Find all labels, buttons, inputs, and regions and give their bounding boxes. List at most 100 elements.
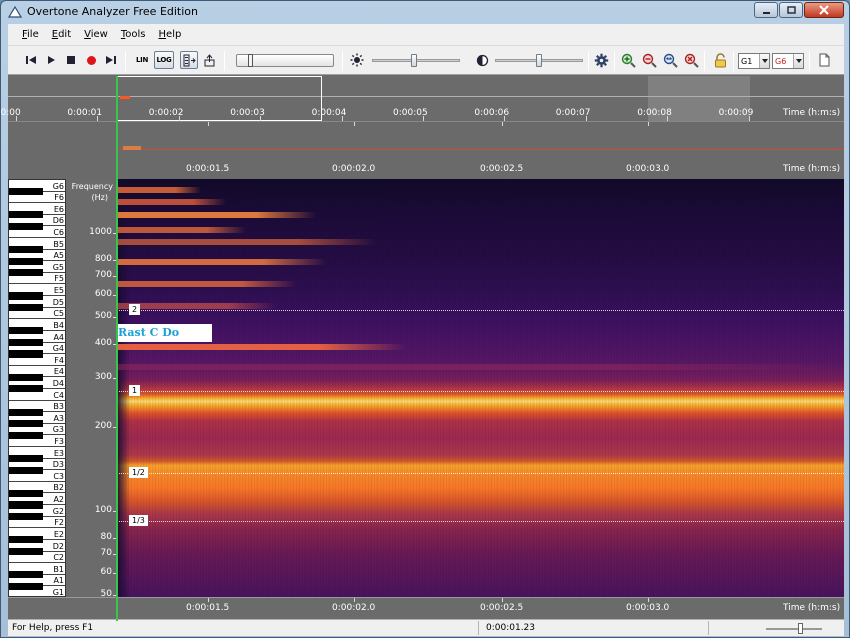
time-tick — [354, 122, 355, 126]
pitch-marker-button[interactable] — [200, 51, 218, 69]
time-tick-label: 0:00:01.5 — [186, 164, 230, 174]
zoom-out-button[interactable] — [640, 51, 658, 69]
piano-black-key[interactable] — [9, 385, 43, 393]
piano-black-key[interactable] — [9, 582, 43, 590]
harmonic-band — [116, 239, 376, 245]
linear-scale-button[interactable]: LIN — [132, 51, 152, 69]
maximize-button[interactable] — [779, 2, 803, 18]
play-button[interactable] — [42, 51, 60, 69]
frequency-label: 80 — [100, 531, 112, 542]
playback-position-slider[interactable] — [236, 54, 334, 67]
zoom-out-icon — [642, 53, 657, 68]
waveform-axis-title: Time (h:m:s) — [783, 164, 841, 174]
overview-tick-label: 0:00:00 — [0, 108, 21, 118]
harmonic-guide-label: 1/2 — [129, 467, 148, 478]
overview-timeline[interactable]: Time (h:m:s) 0:00:00 0:00:01 0:00:02 0:00:0… — [0, 76, 844, 121]
minimize-button[interactable] — [754, 2, 778, 18]
brightness-slider[interactable] — [372, 54, 460, 67]
piano-black-key[interactable] — [9, 327, 43, 335]
playback-position-thumb[interactable] — [247, 54, 253, 67]
contrast-slider[interactable] — [495, 54, 583, 67]
menu-tools[interactable]: Tools — [121, 29, 146, 40]
status-zoom-thumb[interactable] — [797, 623, 803, 634]
frequency-label: 600 — [94, 288, 112, 299]
time-tick — [502, 598, 503, 602]
time-tick-label: 0:00:02.0 — [332, 164, 376, 174]
harmonic-guide-line — [116, 521, 844, 522]
low-key-select[interactable]: G1 — [738, 53, 770, 69]
client-area: File Edit View Tools Help LIN LOG G1 G6 … — [0, 24, 844, 636]
settings-button[interactable] — [592, 51, 610, 69]
status-bar: For Help, press F1 0:00:01.23 — [8, 619, 844, 636]
piano-black-key[interactable] — [9, 245, 43, 254]
overview-visible-window[interactable] — [116, 76, 322, 121]
menu-help[interactable]: Help — [159, 29, 182, 40]
piano-black-key[interactable] — [9, 513, 43, 521]
waveform-strip[interactable]: Time (h:m:s) 0:00:01.5 0:00:02.0 0:00:02.5… — [8, 121, 844, 179]
brightness-slider-thumb[interactable] — [411, 54, 418, 67]
menu-edit[interactable]: Edit — [52, 29, 71, 40]
frequency-label: 500 — [94, 310, 112, 321]
piano-view-button[interactable] — [180, 51, 198, 69]
menu-file[interactable]: File — [22, 29, 39, 40]
piano-black-key[interactable] — [9, 536, 43, 544]
zoom-reset-button[interactable] — [682, 51, 700, 69]
contrast-slider-thumb[interactable] — [536, 54, 542, 67]
piano-black-key[interactable] — [9, 501, 43, 509]
time-tick — [208, 122, 209, 126]
playback-cursor[interactable] — [116, 76, 118, 621]
gear-icon — [594, 53, 608, 67]
frequency-axis-unit: (Hz) — [91, 193, 108, 202]
document-icon — [819, 53, 829, 67]
pitch-marker-icon — [204, 53, 214, 66]
frequency-label: 200 — [94, 421, 112, 432]
piano-black-key[interactable] — [9, 571, 43, 579]
piano-black-key[interactable] — [9, 408, 43, 416]
zoom-fit-icon — [663, 53, 678, 68]
skip-start-button[interactable] — [22, 51, 40, 69]
title-bar[interactable]: Overtone Analyzer Free Edition — [1, 1, 849, 23]
lock-button[interactable] — [711, 51, 729, 69]
app-logo-icon — [8, 5, 22, 18]
overview-tick-label: 0:00:09 — [718, 108, 754, 118]
frequency-label: 1000 — [89, 227, 112, 238]
window-title: Overtone Analyzer Free Edition — [27, 5, 198, 18]
piano-black-key[interactable] — [9, 466, 43, 474]
piano-black-key[interactable] — [9, 431, 43, 439]
zoom-fit-button[interactable] — [661, 51, 679, 69]
piano-black-key[interactable] — [9, 222, 43, 230]
piano-black-key[interactable] — [9, 211, 43, 219]
menu-view[interactable]: View — [84, 29, 108, 40]
piano-black-key[interactable] — [9, 187, 43, 196]
piano-black-key[interactable] — [9, 373, 43, 381]
piano-black-key[interactable] — [9, 350, 43, 358]
piano-black-key[interactable] — [9, 547, 43, 556]
piano-black-key[interactable] — [9, 454, 43, 463]
status-zoom-slider[interactable] — [766, 623, 822, 634]
new-document-button[interactable] — [815, 51, 833, 69]
skip-end-icon — [106, 56, 116, 64]
harmonic-band — [116, 199, 226, 205]
waveform-onset — [123, 146, 141, 150]
skip-end-button[interactable] — [102, 51, 120, 69]
spectrogram[interactable]: 2 1 1/2 1/3 — [116, 179, 844, 597]
brightness-icon-button — [348, 51, 366, 69]
piano-keyboard[interactable]: G6 F6 E6 D6 C6 B5 A5 G5 F5 E5 D5 C5 B4 A4 G4 F4 E4 D4 C4 B3… — [8, 179, 66, 597]
high-key-select[interactable]: G6 — [772, 53, 804, 69]
record-button[interactable] — [82, 51, 100, 69]
piano-black-key[interactable] — [9, 420, 43, 428]
harmonic-band — [116, 187, 201, 193]
low-key-value: G1 — [741, 56, 753, 66]
log-scale-button[interactable]: LOG — [154, 51, 174, 69]
piano-black-key[interactable] — [9, 257, 43, 265]
piano-black-key[interactable] — [9, 269, 43, 277]
annotation-label[interactable]: Rast C Do — [116, 324, 212, 342]
piano-black-key[interactable] — [9, 489, 43, 497]
piano-black-key[interactable] — [9, 338, 43, 347]
piano-black-key[interactable] — [9, 292, 43, 300]
close-button[interactable] — [804, 2, 844, 18]
stop-button[interactable] — [62, 51, 80, 69]
piano-black-key[interactable] — [9, 304, 43, 312]
zoom-in-button[interactable] — [619, 51, 637, 69]
close-icon — [819, 5, 829, 15]
